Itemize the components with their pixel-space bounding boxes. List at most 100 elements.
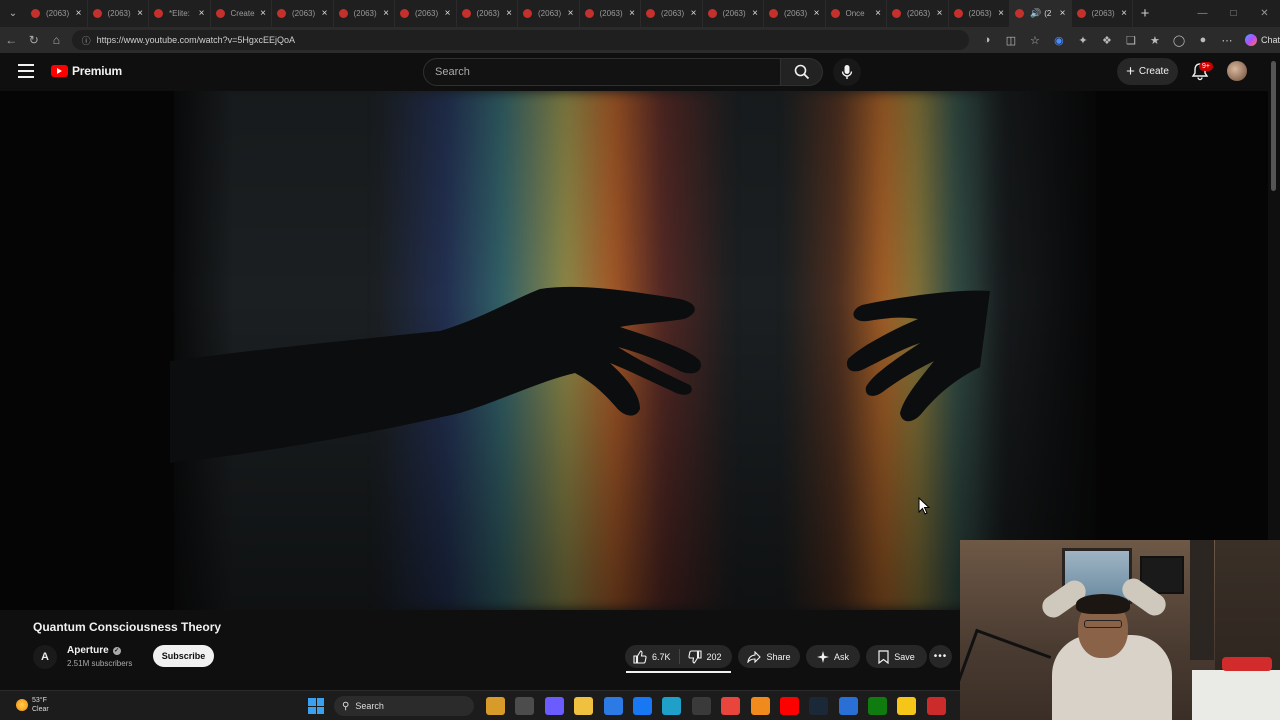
browser-tab[interactable]: (2063) ×: [641, 0, 703, 27]
app-icon[interactable]: [838, 697, 858, 715]
video-player[interactable]: [0, 91, 1268, 610]
store-icon[interactable]: [603, 697, 623, 715]
tab-actions-menu-icon[interactable]: ⌄: [0, 0, 26, 27]
tab-close-icon[interactable]: ×: [383, 8, 389, 19]
channel-avatar[interactable]: A: [33, 645, 57, 669]
browser-tab[interactable]: *Elite: ×: [149, 0, 211, 27]
browser-tab[interactable]: 🔊 (2 ×: [1010, 0, 1072, 27]
url-field[interactable]: ⓘ https://www.youtube.com/watch?v=5HgxcE…: [71, 30, 969, 50]
tab-close-icon[interactable]: ×: [629, 8, 635, 19]
read-aloud-icon[interactable]: ◑: [975, 34, 999, 46]
browser-tab[interactable]: (2063) ×: [518, 0, 580, 27]
browser-tab[interactable]: (2063) ×: [1072, 0, 1133, 27]
taskbar-search[interactable]: ⚲ Search: [334, 696, 474, 716]
notes-icon[interactable]: [897, 697, 917, 715]
tab-close-icon[interactable]: ×: [875, 8, 881, 19]
menu-icon[interactable]: [18, 64, 34, 78]
tab-close-icon[interactable]: ×: [322, 8, 328, 19]
folder-icon[interactable]: [574, 697, 594, 715]
tab-close-icon[interactable]: ×: [506, 8, 512, 19]
tab-close-icon[interactable]: ×: [568, 8, 574, 19]
browser-tab[interactable]: (2063) ×: [764, 0, 826, 27]
tab-close-icon[interactable]: ×: [1060, 8, 1066, 19]
browser-tab[interactable]: Create ×: [211, 0, 272, 27]
facebook-icon[interactable]: [632, 697, 652, 715]
more-actions-button[interactable]: •••: [929, 645, 952, 668]
browser-tab[interactable]: Once ×: [826, 0, 887, 27]
copilot-chat-button[interactable]: Chat: [1244, 34, 1280, 46]
xbox-icon[interactable]: [868, 697, 888, 715]
subscribe-button[interactable]: Subscribe: [153, 645, 214, 667]
tab-close-icon[interactable]: ×: [752, 8, 758, 19]
tab-close-icon[interactable]: ×: [814, 8, 820, 19]
browser-tab[interactable]: (2063) ×: [395, 0, 457, 27]
tab-close-icon[interactable]: ×: [691, 8, 697, 19]
weather-widget[interactable]: 53°F Clear: [16, 696, 49, 714]
browser-tab[interactable]: (2063) ×: [272, 0, 334, 27]
maximize-icon[interactable]: □: [1218, 0, 1249, 27]
youtube-icon[interactable]: [779, 697, 799, 715]
tab-close-icon[interactable]: ×: [76, 8, 82, 19]
browser-tab[interactable]: (2063) ×: [26, 0, 88, 27]
steam-icon[interactable]: [809, 697, 829, 715]
create-button[interactable]: + Create: [1117, 58, 1178, 85]
like-button[interactable]: 6.7K: [625, 645, 679, 668]
tab-audio-icon[interactable]: 🔊: [1030, 8, 1041, 19]
tab-close-icon[interactable]: ×: [199, 8, 205, 19]
tab-close-icon[interactable]: ×: [998, 8, 1004, 19]
pin-icon[interactable]: ✦: [1071, 34, 1095, 47]
account-avatar[interactable]: [1227, 61, 1247, 81]
channel-name-link[interactable]: Aperture ✓: [67, 645, 121, 656]
tab-close-icon[interactable]: ×: [137, 8, 143, 19]
browser-tab[interactable]: (2063) ×: [88, 0, 149, 27]
verified-icon: ✓: [112, 646, 121, 655]
tab-close-icon[interactable]: ×: [445, 8, 451, 19]
calculator-icon[interactable]: [691, 697, 711, 715]
profile-icon[interactable]: ●: [1191, 34, 1215, 46]
extension-icon[interactable]: ◉: [1047, 34, 1071, 47]
youtube-premium-logo[interactable]: Premium: [51, 64, 122, 78]
webcam-person-glasses: [1084, 620, 1122, 628]
edge-icon[interactable]: [662, 697, 682, 715]
vlc-icon[interactable]: [750, 697, 770, 715]
browser-tab[interactable]: (2063) ×: [887, 0, 949, 27]
browser-tab[interactable]: (2063) ×: [457, 0, 518, 27]
browser-tab[interactable]: (2063) ×: [334, 0, 395, 27]
home-icon[interactable]: ⌂: [45, 27, 68, 53]
search-input[interactable]: Search: [423, 58, 781, 86]
site-info-icon[interactable]: ⓘ: [82, 34, 91, 47]
extensions-icon[interactable]: ❖: [1095, 34, 1119, 47]
close-window-icon[interactable]: ✕: [1249, 0, 1280, 27]
refresh-icon[interactable]: ↻: [23, 27, 46, 53]
favorite-icon[interactable]: ☆: [1023, 34, 1047, 47]
copilot-icon[interactable]: [544, 697, 564, 715]
tab-close-icon[interactable]: ×: [937, 8, 943, 19]
file-explorer-icon[interactable]: [486, 697, 505, 715]
browser-tab[interactable]: (2063) ×: [703, 0, 764, 27]
settings-more-icon[interactable]: ⋯: [1215, 34, 1239, 47]
browser-tab[interactable]: (2063) ×: [949, 0, 1010, 27]
browser-essentials-icon[interactable]: ◯: [1167, 34, 1191, 47]
tab-close-icon[interactable]: ×: [260, 8, 266, 19]
save-button[interactable]: Save: [866, 645, 927, 668]
collections-icon[interactable]: ❑: [1119, 34, 1143, 47]
dislike-button[interactable]: 202: [680, 645, 730, 668]
browser-tab[interactable]: (2063) ×: [580, 0, 641, 27]
back-icon[interactable]: ←: [0, 27, 23, 53]
windows-start-icon[interactable]: [308, 698, 324, 714]
new-tab-button[interactable]: +: [1133, 5, 1157, 22]
chrome-icon[interactable]: [721, 697, 741, 715]
like-dislike-group: 6.7K 202: [625, 645, 732, 673]
taskbar-search-icon: ⚲: [342, 700, 350, 712]
minimize-icon[interactable]: —: [1187, 0, 1218, 27]
search-button[interactable]: [781, 58, 823, 86]
share-button[interactable]: Share: [738, 645, 800, 668]
split-screen-icon[interactable]: ◫: [999, 34, 1023, 47]
ask-button[interactable]: Ask: [806, 645, 860, 668]
voice-search-button[interactable]: [833, 58, 861, 86]
favorites-bar-icon[interactable]: ★: [1143, 34, 1167, 47]
scrollbar-thumb[interactable]: [1271, 61, 1276, 191]
task-view-icon[interactable]: [515, 697, 535, 715]
settings-icon[interactable]: [926, 697, 946, 715]
tab-close-icon[interactable]: ×: [1121, 8, 1127, 19]
